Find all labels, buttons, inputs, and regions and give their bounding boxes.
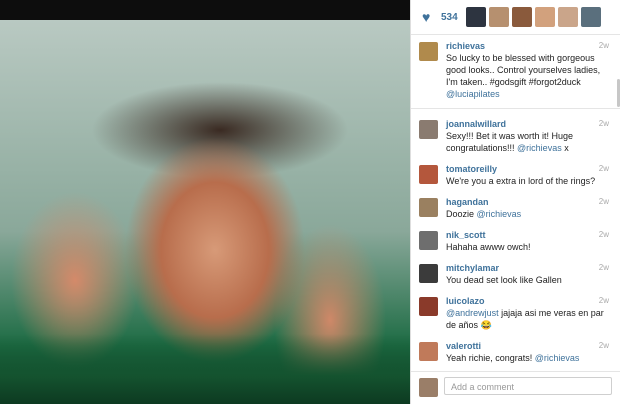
comment-time: 2w: [598, 197, 609, 206]
comments-sidebar: ♥ 534 richievas 2w So lucky to be blesse…: [410, 0, 620, 404]
photo-shirt-area: [0, 334, 410, 404]
comment-username[interactable]: valerotti: [446, 340, 613, 352]
comment-item: joannalwillard 2w Sexy!!! Bet it was worth…: [411, 115, 620, 154]
comment-text: We're you a extra in lord of the rings?: [446, 176, 596, 186]
avatar[interactable]: [419, 120, 438, 139]
comment-text: So lucky to be blessed with gorgeous goo…: [446, 53, 601, 99]
comment-item: valerotti 2w Yeah richie, congrats! @richi…: [411, 337, 620, 364]
mention-link[interactable]: @andrewjust: [446, 308, 499, 318]
liker-avatar[interactable]: [534, 7, 555, 27]
heart-icon[interactable]: ♥: [422, 10, 436, 24]
comment-time: 2w: [598, 41, 609, 50]
mention-link[interactable]: @richievas: [477, 209, 522, 219]
comment-item: mitchylamar 2w You dead set look like Gall…: [411, 259, 620, 286]
comment-username[interactable]: hagandan: [446, 196, 613, 208]
comment-text: Hahaha awww owch!: [446, 242, 531, 252]
comment-time: 2w: [598, 341, 609, 350]
avatar[interactable]: [419, 198, 438, 217]
caption: richievas 2w So lucky to be blessed with…: [411, 37, 620, 109]
comment-text: Doozie @richievas: [446, 209, 522, 219]
comment-time: 2w: [598, 164, 609, 173]
liker-avatar[interactable]: [511, 7, 532, 27]
comment-username[interactable]: luicolazo: [446, 295, 613, 307]
avatar[interactable]: [419, 231, 438, 250]
comment-text: Yeah richie, congrats! @richievas: [446, 353, 580, 363]
liker-avatar[interactable]: [488, 7, 509, 27]
mention-link[interactable]: @luciapilates: [446, 89, 500, 99]
comment-item: tomatoreilly 2w We're you a extra in lord …: [411, 160, 620, 187]
comment-time: 2w: [598, 230, 609, 239]
avatar[interactable]: [419, 165, 438, 184]
comment-username[interactable]: mitchylamar: [446, 262, 613, 274]
comment-time: 2w: [598, 119, 609, 128]
comment-username[interactable]: nik_scott: [446, 229, 613, 241]
avatar[interactable]: [419, 42, 438, 61]
add-comment-input[interactable]: Add a comment: [444, 377, 612, 395]
avatar[interactable]: [419, 342, 438, 361]
comment-username[interactable]: joannalwillard: [446, 118, 613, 130]
comment-text: @andrewjust jajaja asi me veras en par d…: [446, 308, 604, 330]
likes-bar: ♥ 534: [411, 0, 620, 35]
mention-link[interactable]: @richievas: [535, 353, 580, 363]
comment-time: 2w: [598, 263, 609, 272]
liker-avatar[interactable]: [557, 7, 578, 27]
comment-text: You dead set look like Gallen: [446, 275, 562, 285]
comment-item: luicolazo 2w @andrewjust jajaja asi me ver…: [411, 292, 620, 331]
post-photo[interactable]: [0, 0, 410, 404]
liker-avatar[interactable]: [465, 7, 486, 27]
comment-username[interactable]: tomatoreilly: [446, 163, 613, 175]
liker-avatars: [465, 7, 601, 27]
comment-time: 2w: [598, 296, 609, 305]
avatar[interactable]: [419, 264, 438, 283]
comment-item: hagandan 2w Doozie @richievas: [411, 193, 620, 220]
add-comment-bar: Add a comment: [411, 371, 620, 404]
comment-item: nik_scott 2w Hahaha awww owch!: [411, 226, 620, 253]
like-count[interactable]: 534: [441, 12, 458, 23]
comment-list[interactable]: richievas 2w So lucky to be blessed with…: [411, 37, 620, 373]
avatar: [419, 378, 438, 397]
liker-avatar[interactable]: [580, 7, 601, 27]
comment-text: Sexy!!! Bet it was worth it! Huge congra…: [446, 131, 574, 153]
mention-link[interactable]: @richievas: [517, 143, 562, 153]
avatar[interactable]: [419, 297, 438, 316]
comment-username[interactable]: richievas: [446, 40, 613, 52]
